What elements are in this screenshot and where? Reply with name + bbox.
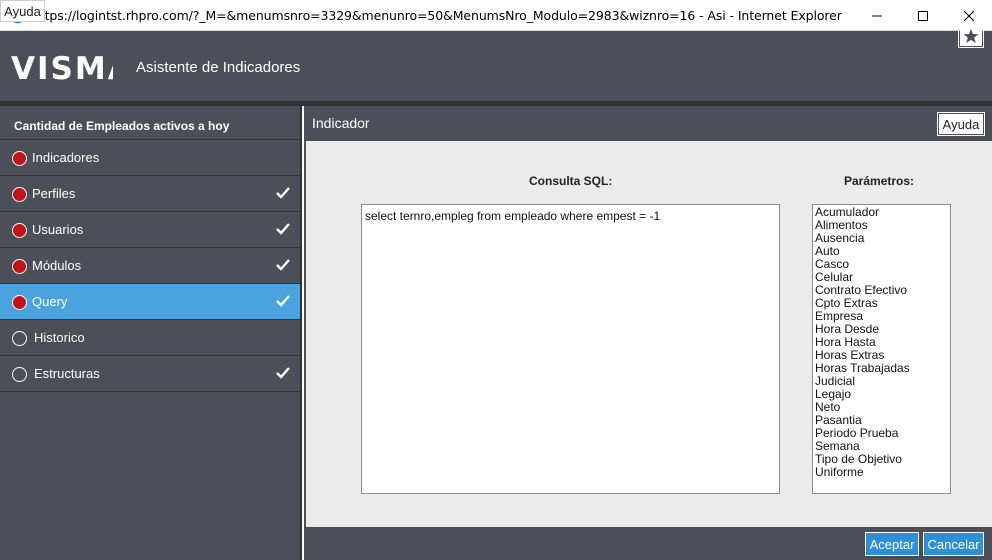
status-dot-icon: [12, 259, 27, 274]
maximize-icon: [918, 10, 928, 21]
panel-title: Indicador: [312, 115, 370, 131]
minimize-icon: [872, 15, 882, 16]
sidebar-item-historico[interactable]: Historico: [0, 320, 300, 356]
sidebar-item-label: Historico: [34, 330, 85, 345]
checkmark-icon: [276, 367, 290, 379]
sidebar-item-usuarios[interactable]: Usuarios: [0, 212, 300, 248]
panel-help-button[interactable]: Ayuda: [937, 112, 985, 136]
params-listbox[interactable]: Acumulador Alimentos Ausencia Auto Casco…: [812, 204, 951, 494]
cancel-button[interactable]: Cancelar: [923, 532, 984, 556]
param-option[interactable]: Uniforme: [815, 466, 948, 479]
main-panel: Indicador Ayuda Consulta SQL: select ter…: [304, 106, 992, 560]
sql-label: Consulta SQL:: [529, 174, 613, 188]
visma-logo: VISMA: [11, 53, 113, 81]
window-titlebar: https://logintst.rhpro.com/?_M=&menumsnr…: [0, 0, 992, 31]
wizard-sidebar: Cantidad de Empleados activos a hoy Indi…: [0, 106, 302, 560]
header-help-label: Ayuda: [1, 1, 44, 21]
sidebar-item-query[interactable]: Query: [0, 284, 300, 320]
sidebar-item-label: Módulos: [32, 258, 82, 273]
sidebar-item-estructuras[interactable]: Estructuras: [0, 356, 300, 392]
sidebar-item-modulos[interactable]: Módulos: [0, 248, 300, 284]
checkmark-icon: [276, 259, 290, 271]
app-title: Asistente de Indicadores: [136, 59, 301, 76]
panel-header: Indicador Ayuda: [304, 106, 992, 141]
svg-text:VISMA: VISMA: [11, 53, 113, 81]
status-dot-icon: [12, 151, 27, 166]
header-help-button[interactable]: Ayuda: [0, 0, 45, 22]
status-dot-icon: [12, 367, 27, 382]
checkmark-icon: [276, 295, 290, 307]
app-header: VISMA Asistente de Indicadores: [0, 31, 992, 101]
sidebar-item-label: Usuarios: [32, 222, 84, 237]
status-dot-icon: [12, 187, 27, 202]
panel-help-label: Ayuda: [939, 114, 983, 134]
sidebar-item-indicadores[interactable]: Indicadores: [0, 140, 300, 176]
maximize-button[interactable]: [900, 0, 946, 31]
sidebar-heading: Cantidad de Empleados activos a hoy: [0, 106, 300, 140]
minimize-button[interactable]: [854, 0, 900, 31]
sidebar-item-label: Query: [32, 294, 68, 309]
sidebar-item-perfiles[interactable]: Perfiles: [0, 176, 300, 212]
close-icon: [963, 10, 975, 21]
checkmark-icon: [276, 223, 290, 235]
status-dot-icon: [12, 331, 27, 346]
sidebar-item-label: Indicadores: [32, 150, 100, 165]
status-dot-icon: [12, 223, 27, 238]
status-dot-icon: [12, 295, 27, 310]
star-icon: [963, 29, 979, 43]
sql-textarea[interactable]: select ternro,empleg from empleado where…: [361, 204, 780, 494]
accept-button[interactable]: Aceptar: [865, 532, 919, 556]
panel-body: Consulta SQL: select ternro,empleg from …: [306, 141, 992, 527]
sidebar-item-label: Perfiles: [32, 186, 76, 201]
favorite-button[interactable]: [958, 24, 984, 48]
sidebar-item-label: Estructuras: [34, 366, 100, 381]
checkmark-icon: [276, 187, 290, 199]
window-title: https://logintst.rhpro.com/?_M=&menumsnr…: [32, 8, 842, 23]
params-label: Parámetros:: [844, 174, 915, 188]
